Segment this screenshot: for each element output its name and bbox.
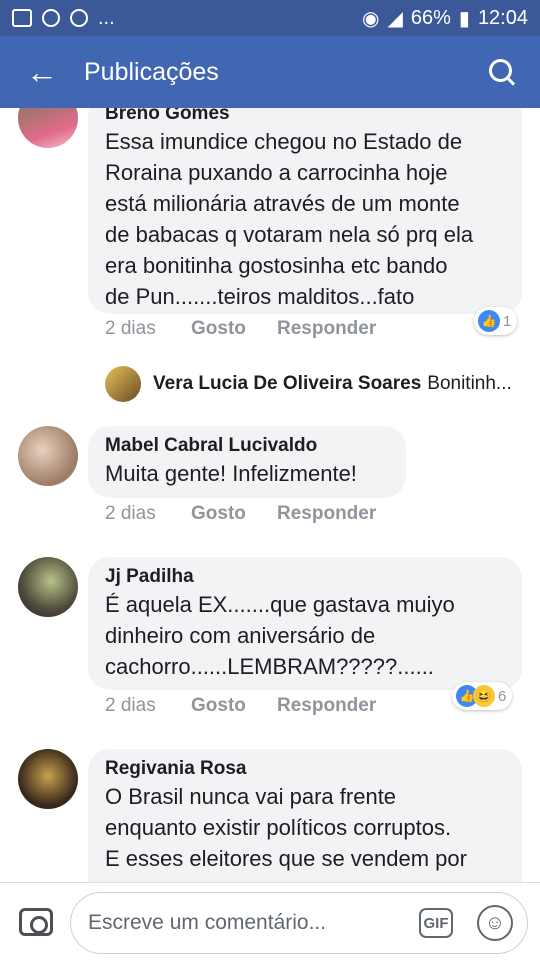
like-button[interactable]: Gosto — [191, 318, 277, 340]
gallery-icon — [12, 9, 32, 27]
comment-line: Roraina puxando a carrocinha hoje — [105, 160, 448, 185]
reply-button[interactable]: Responder — [277, 695, 376, 717]
reaction-count: 6 — [498, 687, 507, 705]
page-title: Publicações — [84, 57, 219, 86]
battery-icon: ▮ — [458, 7, 470, 30]
reply-preview[interactable]: Vera Lucia De Oliveira Soares Bonitinh..… — [105, 366, 512, 402]
comment-author[interactable]: Mabel Cabral Lucivaldo — [105, 434, 388, 458]
reaction-count: 1 — [503, 312, 512, 330]
app-notification-icon — [42, 9, 60, 27]
comment-bubble[interactable]: Breno Gomes Essa imundice chegou no Esta… — [88, 108, 522, 314]
reply-text: Bonitinh... — [427, 373, 512, 394]
comment-line: Essa imundice chegou no Estado de — [105, 129, 463, 154]
reaction-summary[interactable]: 👍 😆 6 — [452, 682, 513, 710]
comment-line: de babacas q votaram nela só prq ela — [105, 222, 474, 247]
comment-placeholder: Escreve um comentário... — [88, 911, 327, 934]
comment-author[interactable]: Breno Gomes — [105, 108, 504, 126]
avatar[interactable] — [18, 749, 78, 809]
app-bar: ← Publicações — [0, 36, 540, 108]
comment-bubble[interactable]: Mabel Cabral Lucivaldo Muita gente! Infe… — [88, 426, 406, 498]
gif-button[interactable]: GIF — [419, 908, 453, 938]
avatar[interactable] — [18, 557, 78, 617]
comment-actions: 2 dias Gosto Responder — [105, 695, 376, 717]
comment-composer: Escreve um comentário... GIF ☺ — [0, 882, 540, 960]
comment-input[interactable]: Escreve um comentário... GIF ☺ — [70, 892, 528, 954]
comment-line: era bonitinha gostosinha etc bando — [105, 253, 448, 278]
reply-button[interactable]: Responder — [277, 318, 376, 340]
search-icon[interactable] — [486, 56, 518, 88]
comment-bubble[interactable]: Regivania Rosa O Brasil nunca vai para f… — [88, 749, 522, 882]
comment-line: enquanto existir políticos corruptos. — [105, 815, 452, 840]
comment-author[interactable]: Jj Padilha — [105, 565, 504, 589]
avatar[interactable] — [18, 426, 78, 486]
avatar[interactable] — [18, 108, 78, 148]
reply-author[interactable]: Vera Lucia De Oliveira Soares — [153, 373, 421, 395]
haha-reaction-icon: 😆 — [473, 685, 495, 707]
comment-line: E esses eleitores que se vendem por — [105, 846, 467, 871]
sync-icon — [70, 9, 88, 27]
reply-button[interactable]: Responder — [277, 503, 376, 525]
comment-time: 2 dias — [105, 318, 156, 339]
comment-actions: 2 dias Gosto Responder — [105, 503, 376, 525]
comment-bubble[interactable]: Jj Padilha É aquela EX.......que gastava… — [88, 557, 522, 690]
like-reaction-icon: 👍 — [478, 310, 500, 332]
comment-line: Muita gente! Infelizmente! — [105, 461, 357, 486]
comment-line: de Pun.......teiros malditos...fato — [105, 284, 415, 309]
comment-actions: 2 dias Gosto Responder — [105, 318, 376, 340]
status-bar: ... ◉ ◢ 66% ▮ 12:04 — [0, 0, 540, 36]
more-notifications: ... — [98, 6, 115, 29]
clock: 12:04 — [477, 6, 528, 29]
reaction-summary[interactable]: 👍 1 — [474, 307, 518, 335]
comment-line: cachorro......LEMBRAM?????...... — [105, 654, 434, 679]
wifi-icon: ◉ — [362, 7, 380, 30]
comment-line: O Brasil nunca vai para frente — [105, 784, 397, 809]
comment-line: É aquela EX.......que gastava muiyo — [105, 592, 455, 617]
back-arrow-icon[interactable]: ← — [0, 54, 84, 91]
comment-line: dinheiro com aniversário de — [105, 623, 376, 648]
avatar[interactable] — [105, 366, 141, 402]
camera-icon[interactable] — [19, 908, 53, 936]
like-button[interactable]: Gosto — [191, 503, 277, 525]
comment-time: 2 dias — [105, 695, 156, 716]
like-button[interactable]: Gosto — [191, 695, 277, 717]
comments-feed[interactable]: Breno Gomes Essa imundice chegou no Esta… — [0, 108, 540, 882]
signal-icon: ◢ — [387, 7, 403, 30]
comment-line: está milionária através de um monte — [105, 191, 460, 216]
comment-time: 2 dias — [105, 503, 156, 524]
battery-level: 66% — [410, 6, 451, 29]
comment-author[interactable]: Regivania Rosa — [105, 757, 504, 781]
emoji-icon[interactable]: ☺ — [477, 905, 513, 941]
